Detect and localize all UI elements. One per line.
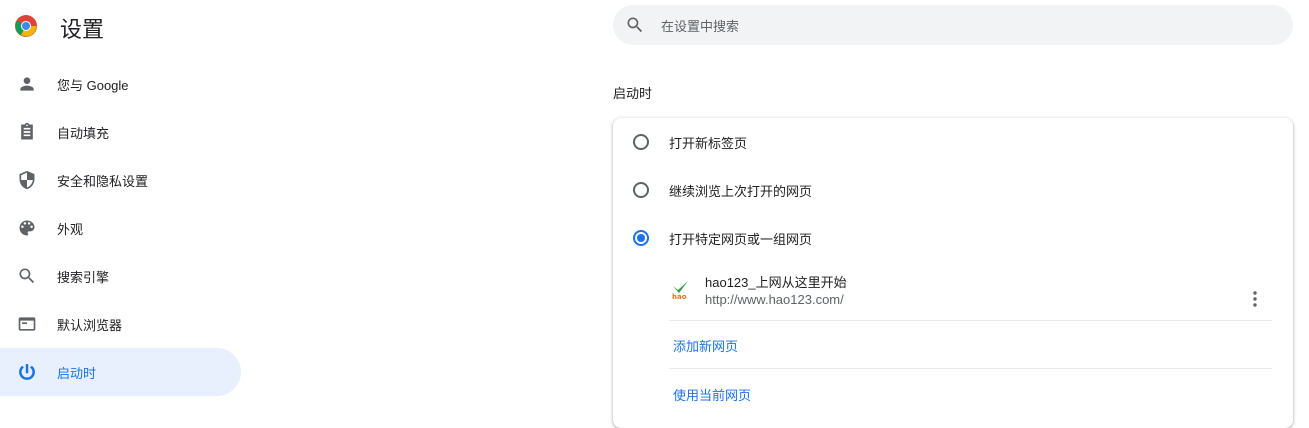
search-icon [625, 15, 645, 35]
sidebar-item-privacy-security[interactable]: 安全和隐私设置 [0, 156, 241, 204]
radio-button[interactable] [633, 134, 649, 150]
sidebar-item-default-browser[interactable]: 默认浏览器 [0, 300, 241, 348]
startup-card: 打开新标签页 继续浏览上次打开的网页 打开特定网页或一组网页 hao hao12… [613, 118, 1293, 428]
shield-icon [17, 170, 37, 190]
sidebar-item-on-startup[interactable]: 启动时 [0, 348, 241, 396]
radio-option-new-tab[interactable]: 打开新标签页 [613, 118, 1293, 166]
radio-option-continue[interactable]: 继续浏览上次打开的网页 [613, 166, 1293, 214]
clipboard-icon [17, 122, 37, 142]
more-vert-icon [1253, 291, 1257, 307]
radio-option-specific-pages[interactable]: 打开特定网页或一组网页 [613, 214, 1293, 262]
sidebar-item-label: 您与 Google [57, 77, 129, 93]
sidebar: 您与 Google 自动填充 安全和隐私设置 外观 搜索引擎 默认浏览器 启动时 [0, 60, 260, 396]
hao123-icon: hao [671, 280, 691, 301]
sidebar-item-label: 搜索引擎 [57, 269, 110, 285]
sidebar-item-label: 安全和隐私设置 [57, 173, 149, 189]
radio-button[interactable] [633, 182, 649, 198]
use-current-pages-link[interactable]: 使用当前网页 [673, 385, 751, 404]
power-icon [17, 362, 37, 382]
divider [669, 320, 1272, 321]
sidebar-item-appearance[interactable]: 外观 [0, 204, 241, 252]
radio-label: 打开特定网页或一组网页 [669, 231, 813, 247]
sidebar-item-you-and-google[interactable]: 您与 Google [0, 60, 241, 108]
radio-label: 打开新标签页 [669, 135, 748, 151]
palette-icon [17, 218, 37, 238]
sidebar-item-label: 自动填充 [57, 125, 110, 141]
browser-window-icon [17, 314, 37, 334]
sidebar-item-autofill[interactable]: 自动填充 [0, 108, 241, 156]
radio-label: 继续浏览上次打开的网页 [669, 183, 813, 199]
divider [669, 368, 1272, 369]
person-icon [17, 74, 37, 94]
startup-page-entry: hao hao123_上网从这里开始 http://www.hao123.com… [669, 268, 1272, 320]
svg-text:hao: hao [672, 293, 687, 300]
sidebar-item-search-engine[interactable]: 搜索引擎 [0, 252, 241, 300]
search-icon [17, 266, 37, 286]
search-input[interactable] [659, 15, 1263, 37]
search-bar[interactable] [613, 5, 1293, 45]
sidebar-item-label: 启动时 [57, 365, 97, 381]
more-actions-button[interactable] [1239, 283, 1271, 315]
radio-button-checked[interactable] [633, 230, 649, 246]
page-title: 设置 [60, 17, 105, 42]
section-title: 启动时 [613, 86, 653, 101]
page-title: hao123_上网从这里开始 [705, 275, 847, 290]
add-new-page-link[interactable]: 添加新网页 [673, 336, 738, 355]
sidebar-item-label: 外观 [57, 221, 84, 237]
page-url: http://www.hao123.com/ [705, 292, 844, 307]
sidebar-item-label: 默认浏览器 [57, 317, 123, 333]
chrome-logo-icon [14, 14, 38, 38]
